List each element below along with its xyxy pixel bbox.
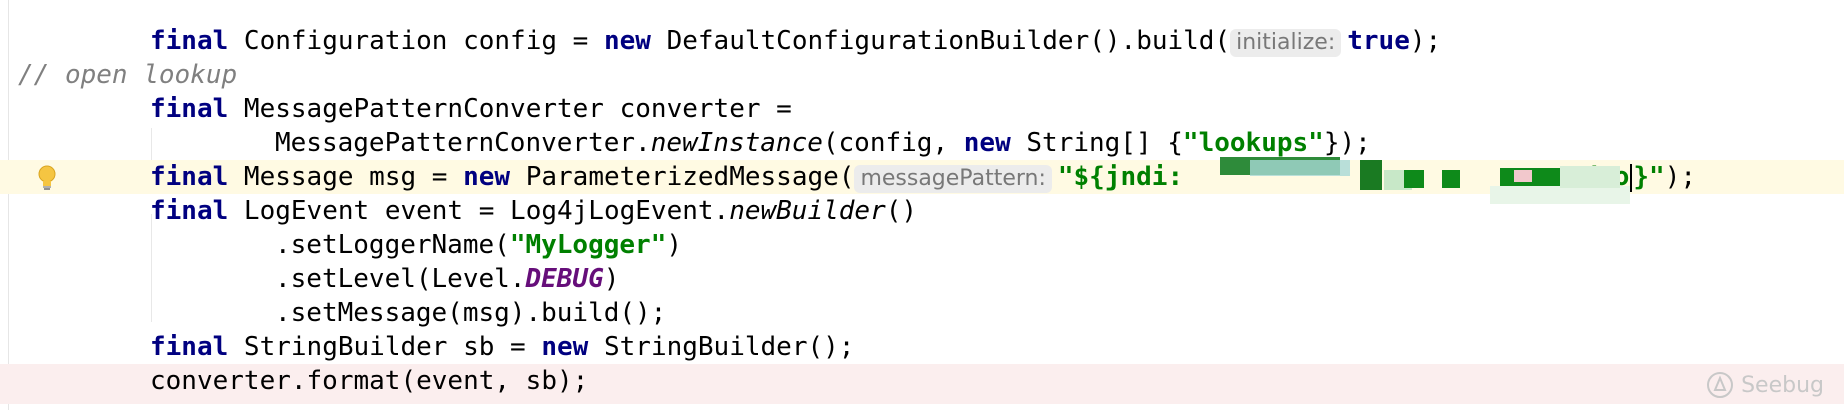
seebug-watermark: Seebug [1705,370,1824,400]
redacted-block [1560,166,1620,188]
keyword: true [1347,26,1410,56]
code-text: .setMessage(msg).build(); [275,298,667,328]
redacted-block [1404,170,1424,188]
keyword: new [463,162,511,192]
code-text: ) [666,230,683,260]
string-literal: }" [1633,162,1665,192]
parameter-hint: messagePattern: [854,165,1052,193]
method-name: newInstance [650,128,823,158]
redacted-block [1514,170,1532,182]
code-line[interactable]: .setLevel(Level.DEBUG) [0,262,1844,296]
code-text: ); [1664,162,1697,192]
code-line[interactable]: final LogEvent event = Log4jLogEvent.new… [0,194,1844,228]
keyword: new [963,128,1011,158]
code-text: ) [603,264,620,294]
string-literal: "${jndi: [1057,162,1184,192]
keyword: final [150,332,229,362]
code-text: (config, [822,128,964,158]
code-text: ParameterizedMessage( [510,162,855,192]
code-line[interactable]: .setMessage(msg).build(); [0,296,1844,330]
keyword: final [150,162,229,192]
string-literal: "MyLogger" [509,230,667,260]
code-line[interactable]: final MessagePatternConverter converter … [0,92,1844,126]
code-line[interactable]: .setLoggerName("MyLogger") [0,228,1844,262]
keyword: final [150,94,229,124]
code-line[interactable]: // open lookup [0,58,1844,92]
watermark-text: Seebug [1741,372,1824,398]
code-text: converter.format(event, sb); [150,366,589,396]
comment: // open lookup [18,60,238,90]
code-text: DefaultConfigurationBuilder().build( [650,26,1231,56]
code-text: StringBuilder sb = [228,332,542,362]
keyword: new [603,26,651,56]
code-line[interactable]: final Configuration config = new Default… [0,24,1844,58]
constant: DEBUG [525,264,604,294]
redacted-block [1360,160,1382,190]
code-text: .setLoggerName( [275,230,510,260]
lightbulb-icon[interactable] [38,165,56,191]
redacted-block [1250,160,1350,176]
code-line[interactable]: MessagePatternConverter.newInstance(conf… [0,126,1844,160]
keyword: new [541,332,589,362]
code-text: String[] { [1010,128,1183,158]
code-text: MessagePatternConverter converter = [228,94,792,124]
code-text: LogEvent event = Log4jLogEvent. [228,196,730,226]
code-text: MessagePatternConverter. [275,128,651,158]
code-text: Message msg = [228,162,464,192]
code-editor[interactable]: final Configuration config = new Default… [0,0,1844,410]
string-literal: "lookups" [1182,128,1324,158]
redacted-block [1442,170,1460,188]
code-text: () [885,196,918,226]
code-line-highlighted[interactable]: converter.format(event, sb); [0,364,1844,404]
seebug-logo-icon [1707,372,1734,398]
code-line[interactable]: final StringBuilder sb = new StringBuild… [0,330,1844,364]
parameter-hint: initialize: [1230,29,1342,57]
code-text: }); [1323,128,1371,158]
code-text: .setLevel(Level. [275,264,526,294]
keyword: final [150,26,229,56]
code-text: ); [1409,26,1442,56]
code-text: StringBuilder(); [588,332,855,362]
keyword: final [150,196,229,226]
method-name: newBuilder [729,196,886,226]
code-text: Configuration config = [228,26,604,56]
